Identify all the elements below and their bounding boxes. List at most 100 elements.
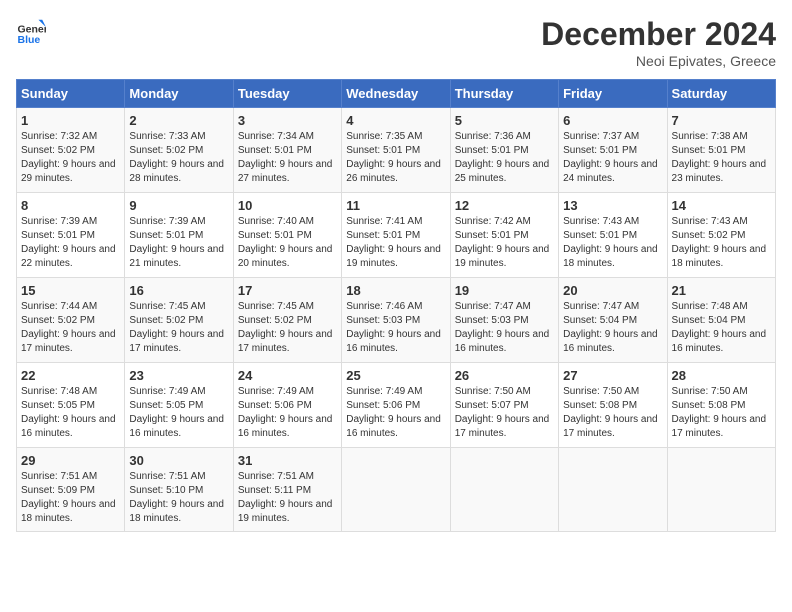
day-number: 5	[455, 113, 554, 128]
daylight-label: Daylight: 9 hours and 17 minutes.	[238, 329, 333, 354]
daylight-label: Daylight: 9 hours and 17 minutes.	[129, 329, 224, 354]
day-info: Sunrise: 7:36 AM Sunset: 5:01 PM Dayligh…	[455, 130, 554, 186]
sunrise-label: Sunrise: 7:49 AM	[346, 386, 422, 397]
daylight-label: Daylight: 9 hours and 19 minutes.	[346, 244, 441, 269]
calendar-day-2: 2 Sunrise: 7:33 AM Sunset: 5:02 PM Dayli…	[125, 108, 233, 193]
calendar-day-empty	[450, 448, 558, 532]
sunrise-label: Sunrise: 7:50 AM	[455, 386, 531, 397]
daylight-label: Daylight: 9 hours and 16 minutes.	[238, 414, 333, 439]
calendar-day-5: 5 Sunrise: 7:36 AM Sunset: 5:01 PM Dayli…	[450, 108, 558, 193]
calendar-day-10: 10 Sunrise: 7:40 AM Sunset: 5:01 PM Dayl…	[233, 193, 341, 278]
calendar-day-30: 30 Sunrise: 7:51 AM Sunset: 5:10 PM Dayl…	[125, 448, 233, 532]
day-info: Sunrise: 7:49 AM Sunset: 5:06 PM Dayligh…	[238, 385, 337, 441]
day-info: Sunrise: 7:35 AM Sunset: 5:01 PM Dayligh…	[346, 130, 445, 186]
daylight-label: Daylight: 9 hours and 18 minutes.	[672, 244, 767, 269]
calendar-day-14: 14 Sunrise: 7:43 AM Sunset: 5:02 PM Dayl…	[667, 193, 775, 278]
sunrise-label: Sunrise: 7:48 AM	[672, 301, 748, 312]
day-number: 31	[238, 453, 337, 468]
sunset-label: Sunset: 5:01 PM	[129, 230, 203, 241]
calendar-day-25: 25 Sunrise: 7:49 AM Sunset: 5:06 PM Dayl…	[342, 363, 450, 448]
daylight-label: Daylight: 9 hours and 23 minutes.	[672, 159, 767, 184]
sunrise-label: Sunrise: 7:49 AM	[129, 386, 205, 397]
daylight-label: Daylight: 9 hours and 20 minutes.	[238, 244, 333, 269]
day-info: Sunrise: 7:43 AM Sunset: 5:02 PM Dayligh…	[672, 215, 771, 271]
sunset-label: Sunset: 5:01 PM	[672, 145, 746, 156]
sunrise-label: Sunrise: 7:46 AM	[346, 301, 422, 312]
sunset-label: Sunset: 5:01 PM	[455, 145, 529, 156]
sunrise-label: Sunrise: 7:44 AM	[21, 301, 97, 312]
daylight-label: Daylight: 9 hours and 28 minutes.	[129, 159, 224, 184]
sunset-label: Sunset: 5:09 PM	[21, 485, 95, 496]
calendar-week-5: 29 Sunrise: 7:51 AM Sunset: 5:09 PM Dayl…	[17, 448, 776, 532]
day-info: Sunrise: 7:33 AM Sunset: 5:02 PM Dayligh…	[129, 130, 228, 186]
day-number: 20	[563, 283, 662, 298]
day-number: 27	[563, 368, 662, 383]
calendar-day-9: 9 Sunrise: 7:39 AM Sunset: 5:01 PM Dayli…	[125, 193, 233, 278]
sunrise-label: Sunrise: 7:34 AM	[238, 131, 314, 142]
daylight-label: Daylight: 9 hours and 16 minutes.	[563, 329, 658, 354]
day-number: 8	[21, 198, 120, 213]
sunset-label: Sunset: 5:01 PM	[21, 230, 95, 241]
calendar-day-8: 8 Sunrise: 7:39 AM Sunset: 5:01 PM Dayli…	[17, 193, 125, 278]
calendar-day-29: 29 Sunrise: 7:51 AM Sunset: 5:09 PM Dayl…	[17, 448, 125, 532]
calendar-day-1: 1 Sunrise: 7:32 AM Sunset: 5:02 PM Dayli…	[17, 108, 125, 193]
calendar-day-7: 7 Sunrise: 7:38 AM Sunset: 5:01 PM Dayli…	[667, 108, 775, 193]
daylight-label: Daylight: 9 hours and 17 minutes.	[455, 414, 550, 439]
day-number: 19	[455, 283, 554, 298]
sunrise-label: Sunrise: 7:51 AM	[129, 471, 205, 482]
day-info: Sunrise: 7:45 AM Sunset: 5:02 PM Dayligh…	[129, 300, 228, 356]
daylight-label: Daylight: 9 hours and 18 minutes.	[563, 244, 658, 269]
sunrise-label: Sunrise: 7:37 AM	[563, 131, 639, 142]
sunrise-label: Sunrise: 7:41 AM	[346, 216, 422, 227]
day-number: 11	[346, 198, 445, 213]
day-info: Sunrise: 7:50 AM Sunset: 5:08 PM Dayligh…	[672, 385, 771, 441]
calendar-day-6: 6 Sunrise: 7:37 AM Sunset: 5:01 PM Dayli…	[559, 108, 667, 193]
sunset-label: Sunset: 5:01 PM	[238, 230, 312, 241]
daylight-label: Daylight: 9 hours and 26 minutes.	[346, 159, 441, 184]
daylight-label: Daylight: 9 hours and 16 minutes.	[346, 329, 441, 354]
calendar-day-27: 27 Sunrise: 7:50 AM Sunset: 5:08 PM Dayl…	[559, 363, 667, 448]
day-number: 1	[21, 113, 120, 128]
sunrise-label: Sunrise: 7:50 AM	[563, 386, 639, 397]
calendar-day-13: 13 Sunrise: 7:43 AM Sunset: 5:01 PM Dayl…	[559, 193, 667, 278]
sunrise-label: Sunrise: 7:38 AM	[672, 131, 748, 142]
day-number: 14	[672, 198, 771, 213]
sunrise-label: Sunrise: 7:49 AM	[238, 386, 314, 397]
sunrise-label: Sunrise: 7:39 AM	[21, 216, 97, 227]
sunrise-label: Sunrise: 7:47 AM	[563, 301, 639, 312]
day-number: 25	[346, 368, 445, 383]
day-number: 13	[563, 198, 662, 213]
calendar-day-23: 23 Sunrise: 7:49 AM Sunset: 5:05 PM Dayl…	[125, 363, 233, 448]
day-number: 24	[238, 368, 337, 383]
day-number: 23	[129, 368, 228, 383]
sunrise-label: Sunrise: 7:45 AM	[238, 301, 314, 312]
sunrise-label: Sunrise: 7:45 AM	[129, 301, 205, 312]
daylight-label: Daylight: 9 hours and 24 minutes.	[563, 159, 658, 184]
calendar-day-12: 12 Sunrise: 7:42 AM Sunset: 5:01 PM Dayl…	[450, 193, 558, 278]
day-number: 10	[238, 198, 337, 213]
calendar-day-17: 17 Sunrise: 7:45 AM Sunset: 5:02 PM Dayl…	[233, 278, 341, 363]
sunset-label: Sunset: 5:02 PM	[129, 315, 203, 326]
day-info: Sunrise: 7:50 AM Sunset: 5:08 PM Dayligh…	[563, 385, 662, 441]
svg-text:Blue: Blue	[18, 34, 41, 46]
day-info: Sunrise: 7:41 AM Sunset: 5:01 PM Dayligh…	[346, 215, 445, 271]
day-info: Sunrise: 7:49 AM Sunset: 5:05 PM Dayligh…	[129, 385, 228, 441]
sunset-label: Sunset: 5:02 PM	[129, 145, 203, 156]
daylight-label: Daylight: 9 hours and 16 minutes.	[455, 329, 550, 354]
col-header-sunday: Sunday	[17, 80, 125, 108]
calendar-day-16: 16 Sunrise: 7:45 AM Sunset: 5:02 PM Dayl…	[125, 278, 233, 363]
col-header-saturday: Saturday	[667, 80, 775, 108]
sunset-label: Sunset: 5:05 PM	[21, 400, 95, 411]
daylight-label: Daylight: 9 hours and 19 minutes.	[455, 244, 550, 269]
day-number: 17	[238, 283, 337, 298]
sunrise-label: Sunrise: 7:43 AM	[672, 216, 748, 227]
daylight-label: Daylight: 9 hours and 17 minutes.	[672, 414, 767, 439]
daylight-label: Daylight: 9 hours and 16 minutes.	[129, 414, 224, 439]
day-number: 4	[346, 113, 445, 128]
daylight-label: Daylight: 9 hours and 18 minutes.	[21, 499, 116, 524]
daylight-label: Daylight: 9 hours and 16 minutes.	[672, 329, 767, 354]
day-number: 18	[346, 283, 445, 298]
sunrise-label: Sunrise: 7:35 AM	[346, 131, 422, 142]
col-header-monday: Monday	[125, 80, 233, 108]
logo-icon: General Blue	[16, 16, 46, 46]
